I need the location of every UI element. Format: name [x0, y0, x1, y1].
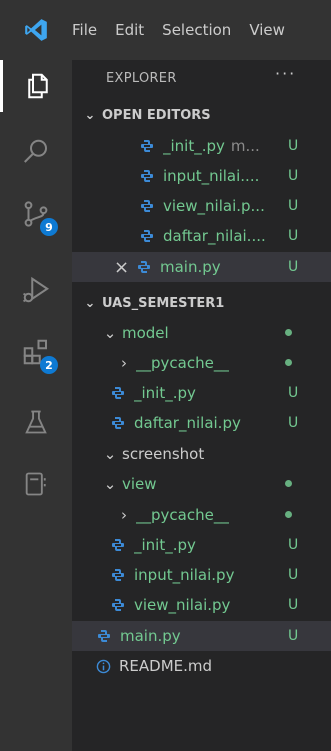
file-name: main.py — [120, 627, 181, 645]
open-editor-item-active[interactable]: × main.py U — [72, 252, 331, 282]
chevron-right-icon: › — [121, 506, 127, 524]
menu-view[interactable]: View — [249, 21, 285, 39]
menu-edit[interactable]: Edit — [115, 21, 144, 39]
file-item[interactable]: input_nilai.py U — [72, 560, 331, 590]
extensions-badge: 2 — [40, 356, 58, 374]
open-editor-item[interactable]: _init_.py m... U — [72, 131, 331, 161]
file-name: daftar_nilai.... — [163, 227, 266, 245]
chevron-down-icon: ⌄ — [103, 324, 117, 342]
testing-flask-icon[interactable] — [0, 396, 72, 448]
file-item[interactable]: _init_.py U — [72, 530, 331, 560]
git-status-untracked: U — [288, 259, 299, 275]
file-item[interactable]: _init_.py U — [72, 378, 331, 408]
info-icon — [96, 659, 111, 673]
search-icon[interactable] — [0, 126, 72, 178]
menu-file[interactable]: File — [72, 21, 97, 39]
git-status-untracked: U — [288, 228, 299, 244]
git-status-dot — [285, 480, 292, 487]
git-status-untracked: U — [288, 198, 299, 214]
folder-name: screenshot — [122, 445, 205, 463]
python-file-icon — [112, 569, 124, 581]
chevron-down-icon: ⌄ — [103, 445, 117, 463]
chevron-down-icon: ⌄ — [84, 107, 96, 123]
explorer-title: EXPLORER — [106, 71, 177, 86]
notebook-icon[interactable] — [0, 458, 72, 510]
source-control-icon[interactable]: 9 — [0, 188, 72, 240]
file-name: _init_.py — [163, 137, 225, 155]
file-name: README.md — [119, 657, 213, 675]
file-name: _init_.py — [134, 536, 196, 554]
file-name: view_nilai.py — [134, 596, 231, 614]
file-item[interactable]: view_nilai.py U — [72, 590, 331, 620]
close-icon[interactable]: × — [114, 257, 129, 278]
git-status-untracked: U — [288, 415, 299, 431]
python-file-icon — [141, 170, 153, 182]
scm-badge: 9 — [40, 218, 58, 236]
file-name: view_nilai.p... — [163, 197, 265, 215]
run-debug-icon[interactable] — [0, 264, 72, 316]
workspace-header[interactable]: ⌄ UAS_SEMESTER1 — [72, 288, 331, 318]
extensions-icon[interactable]: 2 — [0, 326, 72, 378]
title-bar: File Edit Selection View — [0, 0, 331, 60]
git-status-untracked: U — [288, 138, 299, 154]
python-file-icon — [141, 140, 153, 152]
activity-bar: 9 2 — [0, 60, 72, 751]
file-item[interactable]: README.md — [72, 651, 331, 681]
folder-name: model — [122, 324, 169, 342]
menu-selection[interactable]: Selection — [162, 21, 231, 39]
open-editor-item[interactable]: daftar_nilai.... U — [72, 221, 331, 251]
python-file-icon — [112, 599, 124, 611]
explorer-icon[interactable] — [0, 60, 72, 112]
folder-name: __pycache__ — [136, 506, 229, 524]
more-actions-icon[interactable]: ··· — [275, 64, 296, 83]
file-name: input_nilai.py — [134, 566, 235, 584]
python-file-icon — [141, 200, 153, 212]
git-status-dot — [285, 511, 292, 518]
file-description: m... — [230, 137, 260, 155]
open-editor-item[interactable]: input_nilai.... U — [72, 161, 331, 191]
open-editors-header[interactable]: ⌄ OPEN EDITORS — [72, 100, 331, 130]
python-file-icon — [112, 417, 124, 429]
git-status-untracked: U — [288, 168, 299, 184]
file-name: main.py — [160, 258, 221, 276]
file-item-selected[interactable]: main.py U — [72, 621, 331, 651]
python-file-icon — [112, 539, 124, 551]
folder-item[interactable]: › __pycache__ — [72, 348, 331, 378]
chevron-down-icon: ⌄ — [103, 475, 117, 493]
git-status-untracked: U — [288, 567, 299, 583]
folder-item[interactable]: ⌄ screenshot — [72, 439, 331, 469]
vscode-logo-icon — [0, 0, 72, 60]
chevron-down-icon: ⌄ — [84, 295, 96, 311]
git-status-dot — [285, 329, 292, 336]
file-name: daftar_nilai.py — [134, 414, 241, 432]
chevron-right-icon: › — [121, 354, 127, 372]
python-file-icon — [141, 230, 153, 242]
python-file-icon — [138, 261, 150, 273]
git-status-untracked: U — [288, 537, 299, 553]
file-item[interactable]: daftar_nilai.py U — [72, 408, 331, 438]
explorer-panel: EXPLORER ··· ⌄ OPEN EDITORS _init_.py m.… — [72, 60, 331, 751]
python-file-icon — [98, 630, 110, 642]
python-file-icon — [112, 387, 124, 399]
open-editor-item[interactable]: view_nilai.p... U — [72, 191, 331, 221]
git-status-untracked: U — [288, 628, 299, 644]
folder-item[interactable]: ⌄ view — [72, 469, 331, 499]
git-status-untracked: U — [288, 385, 299, 401]
git-status-dot — [285, 359, 292, 366]
git-status-untracked: U — [288, 597, 299, 613]
file-name: input_nilai.... — [163, 167, 260, 185]
folder-name: view — [122, 475, 157, 493]
file-name: _init_.py — [134, 384, 196, 402]
folder-item[interactable]: › __pycache__ — [72, 500, 331, 530]
folder-item[interactable]: ⌄ model — [72, 318, 331, 348]
folder-name: __pycache__ — [136, 354, 229, 372]
